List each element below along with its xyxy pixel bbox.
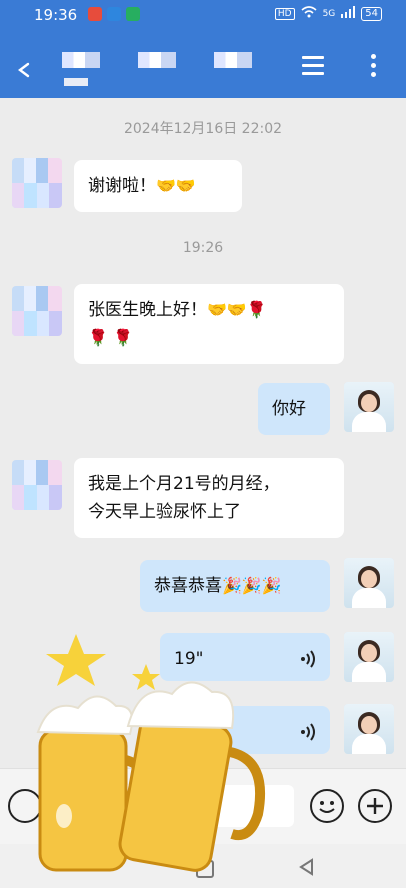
chat-header [0,30,406,98]
message-text-line: 我是上个月21号的月经， [88,474,280,494]
network-label: 5G [322,8,336,19]
doctor-avatar[interactable] [344,632,394,682]
obscured-subtitle [64,78,88,86]
message-text: 谢谢啦！ [88,176,156,196]
video-app-icon [88,7,102,21]
chat-timestamp: 2024年12月16日 22:02 [123,121,283,137]
rose-emoji: 🌹 🌹 [88,328,133,347]
message-bubble-outgoing[interactable]: 你好 [258,383,330,435]
doctor-avatar[interactable] [344,704,394,754]
back-button[interactable] [14,60,34,80]
star-icon [46,634,160,690]
party-popper-emoji: 🎉🎉🎉 [222,576,282,595]
voice-duration: 19" [174,649,204,669]
more-options-button[interactable] [371,54,377,81]
message-text: 恭喜恭喜 [154,576,222,596]
voice-message-bubble[interactable]: 19" [160,633,330,681]
handshake-emoji: 🤝🤝 [156,176,196,195]
hd-icon: HD [274,7,295,20]
voice-input-button[interactable] [8,789,42,823]
message-text: 你好 [272,399,306,419]
doctor-avatar[interactable] [344,558,394,608]
message-input[interactable] [52,785,294,827]
input-bar [0,768,406,845]
obscured-name-2 [138,52,176,68]
message-bubble-incoming[interactable]: 我是上个月21号的月经， 今天早上验尿怀上了 [74,458,344,538]
message-text: 张医生晚上好！ [88,300,207,320]
smiley-icon [319,801,335,813]
voice-message-bubble[interactable] [160,706,330,754]
message-app-icon [126,7,140,21]
message-text-line: 今天早上验尿怀上了 [88,502,241,522]
contact-avatar[interactable] [12,460,62,510]
signal-icon [341,6,356,21]
back-arrow-icon [18,62,30,78]
voice-wave-icon [301,650,315,668]
chat-timestamp: 19:26 [182,240,224,256]
back-nav-icon[interactable] [298,858,314,876]
contact-avatar[interactable] [12,286,62,336]
status-bar: 19:36 HD 5G 54 [0,0,406,30]
message-bubble-outgoing[interactable]: 恭喜恭喜🎉🎉🎉 [140,560,330,612]
obscured-name-1 [62,52,100,68]
notification-icons [88,7,140,21]
contact-avatar[interactable] [12,158,62,208]
menu-button[interactable] [302,56,324,76]
voice-wave-icon [301,723,315,741]
add-button[interactable] [358,789,392,823]
home-nav-button[interactable] [196,860,214,878]
message-bubble-incoming[interactable]: 谢谢啦！🤝🤝 [74,160,242,212]
browser-app-icon [107,7,121,21]
handshake-rose-emoji: 🤝🤝🌹 [207,300,267,319]
status-time: 19:36 [34,6,78,24]
emoji-button[interactable] [310,789,344,823]
obscured-name-3 [214,52,252,68]
plus-icon [367,798,383,814]
chat-title-obscured [62,52,252,68]
battery-indicator: 54 [361,6,382,21]
wifi-icon [301,6,317,21]
system-navigation-bar [0,844,406,888]
message-bubble-incoming[interactable]: 张医生晚上好！🤝🤝🌹 🌹 🌹 [74,284,344,364]
doctor-avatar[interactable] [344,382,394,432]
status-right: HD 5G 54 [274,6,382,21]
